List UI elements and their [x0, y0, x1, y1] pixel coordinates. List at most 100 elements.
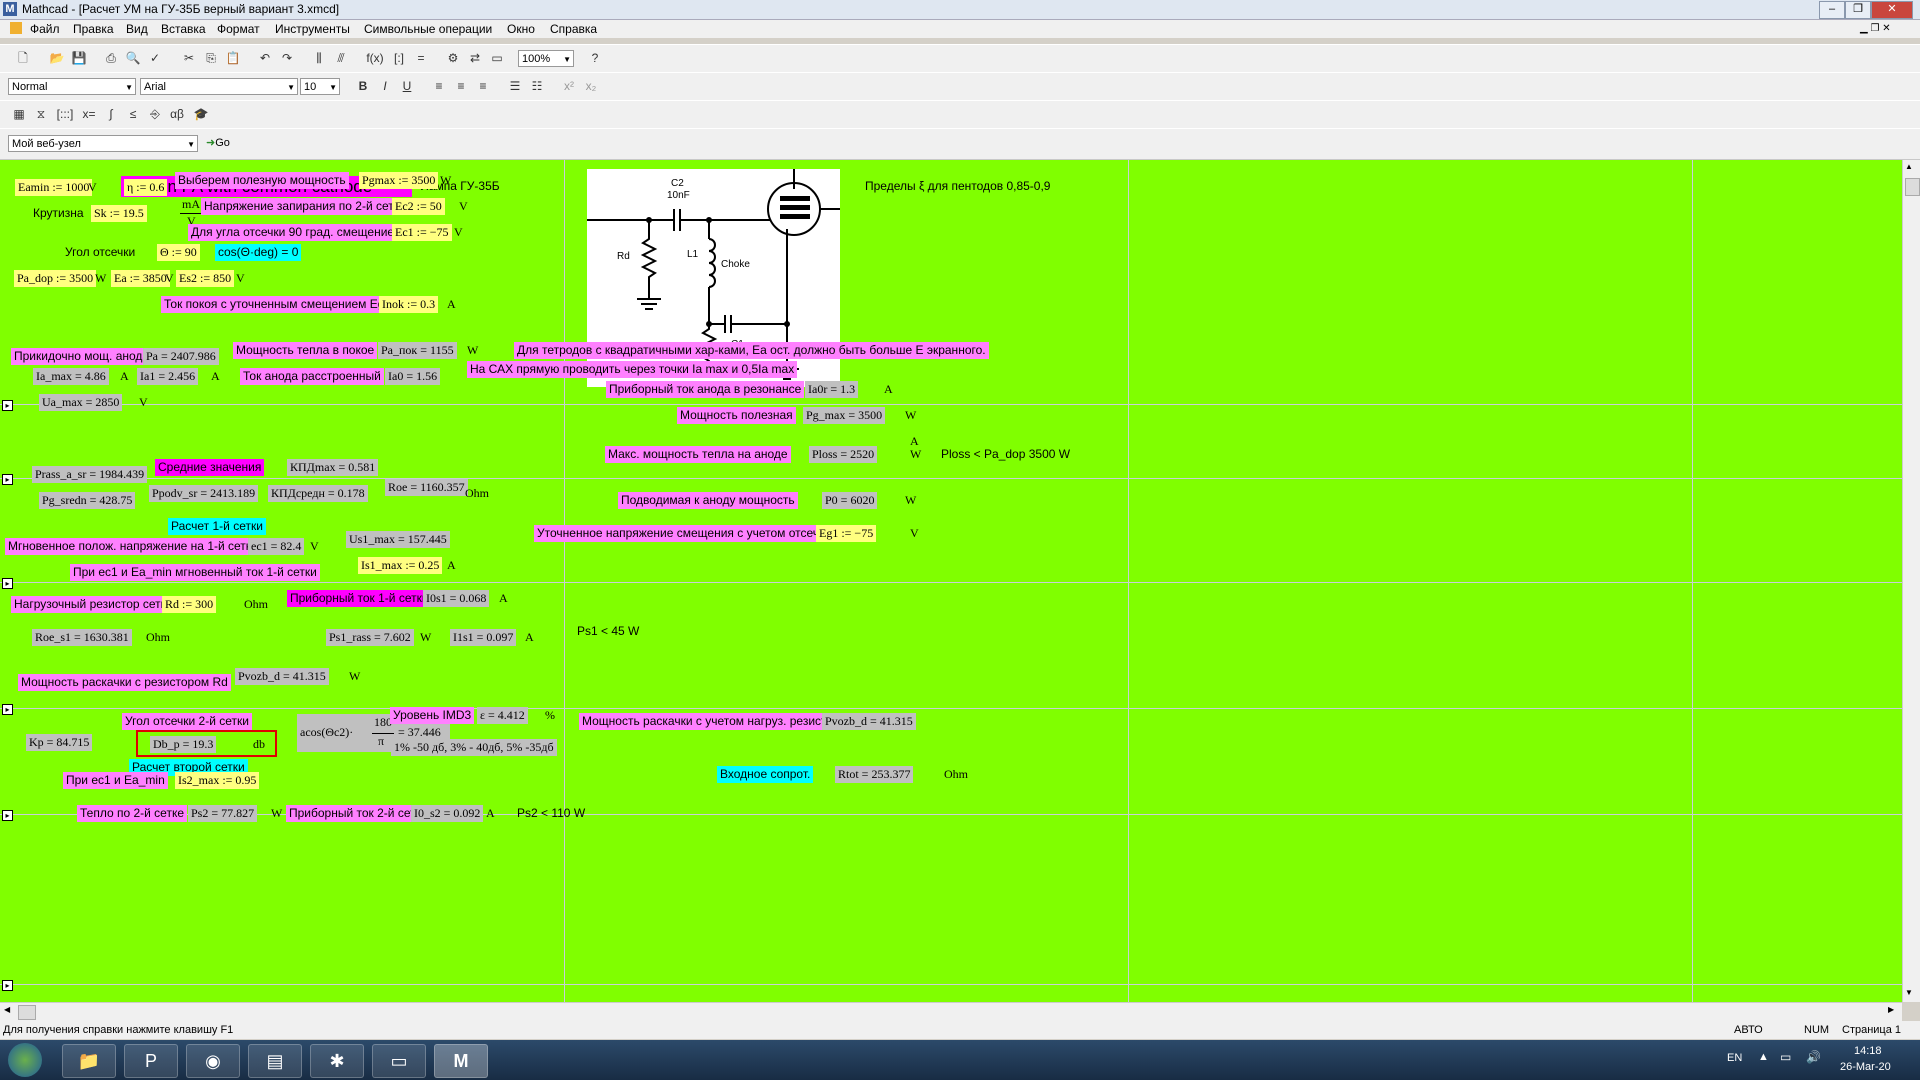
powerpoint-icon[interactable]: P [124, 1044, 178, 1078]
symbolic-icon[interactable]: 🎓 [192, 105, 210, 123]
graph-icon[interactable]: ⧖ [32, 105, 50, 123]
text-region[interactable]: Уровень IMD3 [390, 707, 475, 724]
greek-icon[interactable]: αβ [168, 105, 186, 123]
math-region[interactable]: Ploss = 2520 [809, 446, 878, 463]
mathcad-taskbar-icon[interactable]: M [434, 1044, 488, 1078]
math-region[interactable]: Roe = 1160.357 [385, 479, 468, 496]
xi-limits-note[interactable]: Пределы ξ для пентодов 0,85-0,9 [865, 178, 1050, 195]
resources-icon[interactable]: ⇄ [466, 49, 484, 67]
font-select[interactable]: Arial ▼ [140, 78, 298, 95]
go-button[interactable]: ➜Go [206, 136, 230, 149]
math-region[interactable]: I0_s2 = 0.092 [411, 805, 484, 822]
align-center-icon[interactable]: ≡ [452, 77, 470, 95]
insert-function-icon[interactable]: f(x) [366, 49, 384, 67]
math-region[interactable]: η := 0.6 [124, 179, 168, 196]
bullets-icon[interactable]: ☰ [506, 77, 524, 95]
math-region[interactable]: Eamin := 1000 [15, 179, 93, 196]
math-region[interactable]: Ps1_rass = 7.602 [326, 629, 414, 646]
text-region[interactable]: Напряжение запирания по 2-й сетке [201, 198, 409, 215]
explorer-icon[interactable]: 📁 [62, 1044, 116, 1078]
text-region[interactable]: Угол отсечки 2-й сетки [122, 713, 252, 730]
worksheet[interactable]: ▸ ▸ ▸ ▸ ▸ ▸ Design PA with common cathod… [0, 160, 1902, 1002]
underline-button[interactable]: U [398, 77, 416, 95]
evaluation-icon[interactable]: x= [80, 105, 98, 123]
text-region[interactable]: При ec1 и Ea_min мгновенный ток 1-й сетк… [70, 564, 320, 581]
text-region[interactable]: На САХ прямую проводить через точки Ia m… [467, 361, 798, 378]
math-region[interactable]: Pa_dop := 3500 [14, 270, 97, 287]
align-right-icon[interactable]: ≡ [474, 77, 492, 95]
region-marker-icon[interactable]: ▸ [2, 578, 13, 589]
math-region[interactable]: Ia_max = 4.86 [33, 368, 109, 385]
superscript-icon[interactable]: x² [560, 77, 578, 95]
region-marker-icon[interactable]: ▸ [2, 400, 13, 411]
text-region[interactable]: Расчет 1-й сетки [168, 518, 266, 535]
text-region[interactable]: Угол отсечки [65, 244, 135, 261]
math-region[interactable]: КПДmax = 0.581 [287, 459, 379, 476]
menu-format[interactable]: Формат [217, 22, 260, 36]
math-region[interactable]: ε = 4.412 [477, 707, 528, 724]
clock-time[interactable]: 14:18 [1854, 1045, 1882, 1057]
text-region[interactable]: Ps1 < 45 W [577, 623, 639, 640]
text-region[interactable]: Ток анода расстроенный [240, 368, 384, 385]
text-region[interactable]: Выберем полезную мощность [175, 172, 349, 189]
text-region[interactable]: Приборный ток 1-й сетки [287, 590, 432, 607]
math-region[interactable]: Pgmax := 3500 [359, 172, 439, 189]
math-region[interactable]: Ec1 := −75 [392, 224, 452, 241]
text-region[interactable]: Мощность тепла в покое [233, 342, 378, 359]
text-region[interactable]: Подводимая к аноду мощность [618, 492, 798, 509]
clock-date[interactable]: 26-Mar-20 [1840, 1061, 1891, 1073]
close-button[interactable]: ✕ [1871, 1, 1913, 19]
region-marker-icon[interactable]: ▸ [2, 474, 13, 485]
menu-tools[interactable]: Инструменты [275, 22, 350, 36]
region-marker-icon[interactable]: ▸ [2, 810, 13, 821]
network-icon[interactable]: ▭ [1780, 1050, 1791, 1064]
math-region[interactable]: Es2 := 850 [176, 270, 235, 287]
language-indicator[interactable]: EN [1727, 1052, 1742, 1064]
math-region[interactable]: Pa_пок = 1155 [378, 342, 457, 359]
db-p-selection-box[interactable]: Db_p = 19.3 db [136, 730, 277, 757]
web-address-select[interactable]: Мой веб-узел ▼ [8, 135, 198, 152]
boolean-icon[interactable]: ≤ [124, 105, 142, 123]
show-hidden-icons-icon[interactable]: ▲ [1758, 1051, 1769, 1063]
copy-icon[interactable]: ⎘ [202, 49, 220, 67]
scroll-right-icon[interactable]: ▶ [1888, 1005, 1894, 1014]
zoom-select[interactable]: 100% ▼ [518, 50, 574, 67]
calculator-app-icon[interactable]: ▤ [248, 1044, 302, 1078]
save-icon[interactable]: 💾 [70, 49, 88, 67]
numbering-icon[interactable]: ☷ [528, 77, 546, 95]
math-region[interactable]: Ia1 = 2.456 [137, 368, 199, 385]
text-region[interactable]: Тепло по 2-й сетке [77, 805, 188, 822]
scroll-thumb[interactable] [18, 1005, 36, 1020]
open-icon[interactable]: 📂 [48, 49, 66, 67]
text-region[interactable]: Для угла отсечки 90 град. смещение [188, 224, 398, 241]
math-region[interactable]: Inok := 0.3 [379, 296, 439, 313]
text-region[interactable]: cos(Θ·deg) = 0 [215, 244, 302, 261]
math-region[interactable]: Pvozb_d = 41.315 [822, 713, 916, 730]
bold-button[interactable]: B [354, 77, 372, 95]
text-region[interactable]: Приборный ток 2-й сетки [286, 805, 431, 822]
horizontal-scrollbar[interactable]: ◀ ▶ [0, 1002, 1902, 1021]
calculate-icon[interactable]: = [412, 49, 430, 67]
programming-icon[interactable]: ⎆ [146, 105, 164, 123]
spell-check-icon[interactable]: ✓ [146, 49, 164, 67]
math-region[interactable]: I0s1 = 0.068 [423, 590, 490, 607]
menu-help[interactable]: Справка [550, 22, 597, 36]
paste-icon[interactable]: 📋 [224, 49, 242, 67]
undo-icon[interactable]: ↶ [256, 49, 274, 67]
text-region[interactable]: Входное сопрот. [717, 766, 814, 783]
maximize-button[interactable]: ❐ [1845, 1, 1871, 19]
calculus-icon[interactable]: ∫ [102, 105, 120, 123]
math-region[interactable]: Pg_sredn = 428.75 [39, 492, 136, 509]
minimize-button[interactable]: ‒ [1819, 1, 1845, 19]
hyperlink-icon[interactable]: ▭ [488, 49, 506, 67]
redo-icon[interactable]: ↷ [278, 49, 296, 67]
math-region[interactable]: Rd := 300 [162, 596, 217, 613]
math-region[interactable]: Ia0 = 1.56 [385, 368, 441, 385]
text-region[interactable]: Средние значения [155, 459, 265, 476]
text-region[interactable]: Прикидочно мощ. анода [11, 348, 153, 365]
window-app-icon[interactable]: ▭ [372, 1044, 426, 1078]
style-select[interactable]: Normal ▼ [8, 78, 136, 95]
math-region[interactable]: Us1_max = 157.445 [346, 531, 450, 548]
math-region[interactable]: Eg1 := −75 [816, 525, 877, 542]
text-region[interactable]: Крутизна [33, 205, 84, 222]
